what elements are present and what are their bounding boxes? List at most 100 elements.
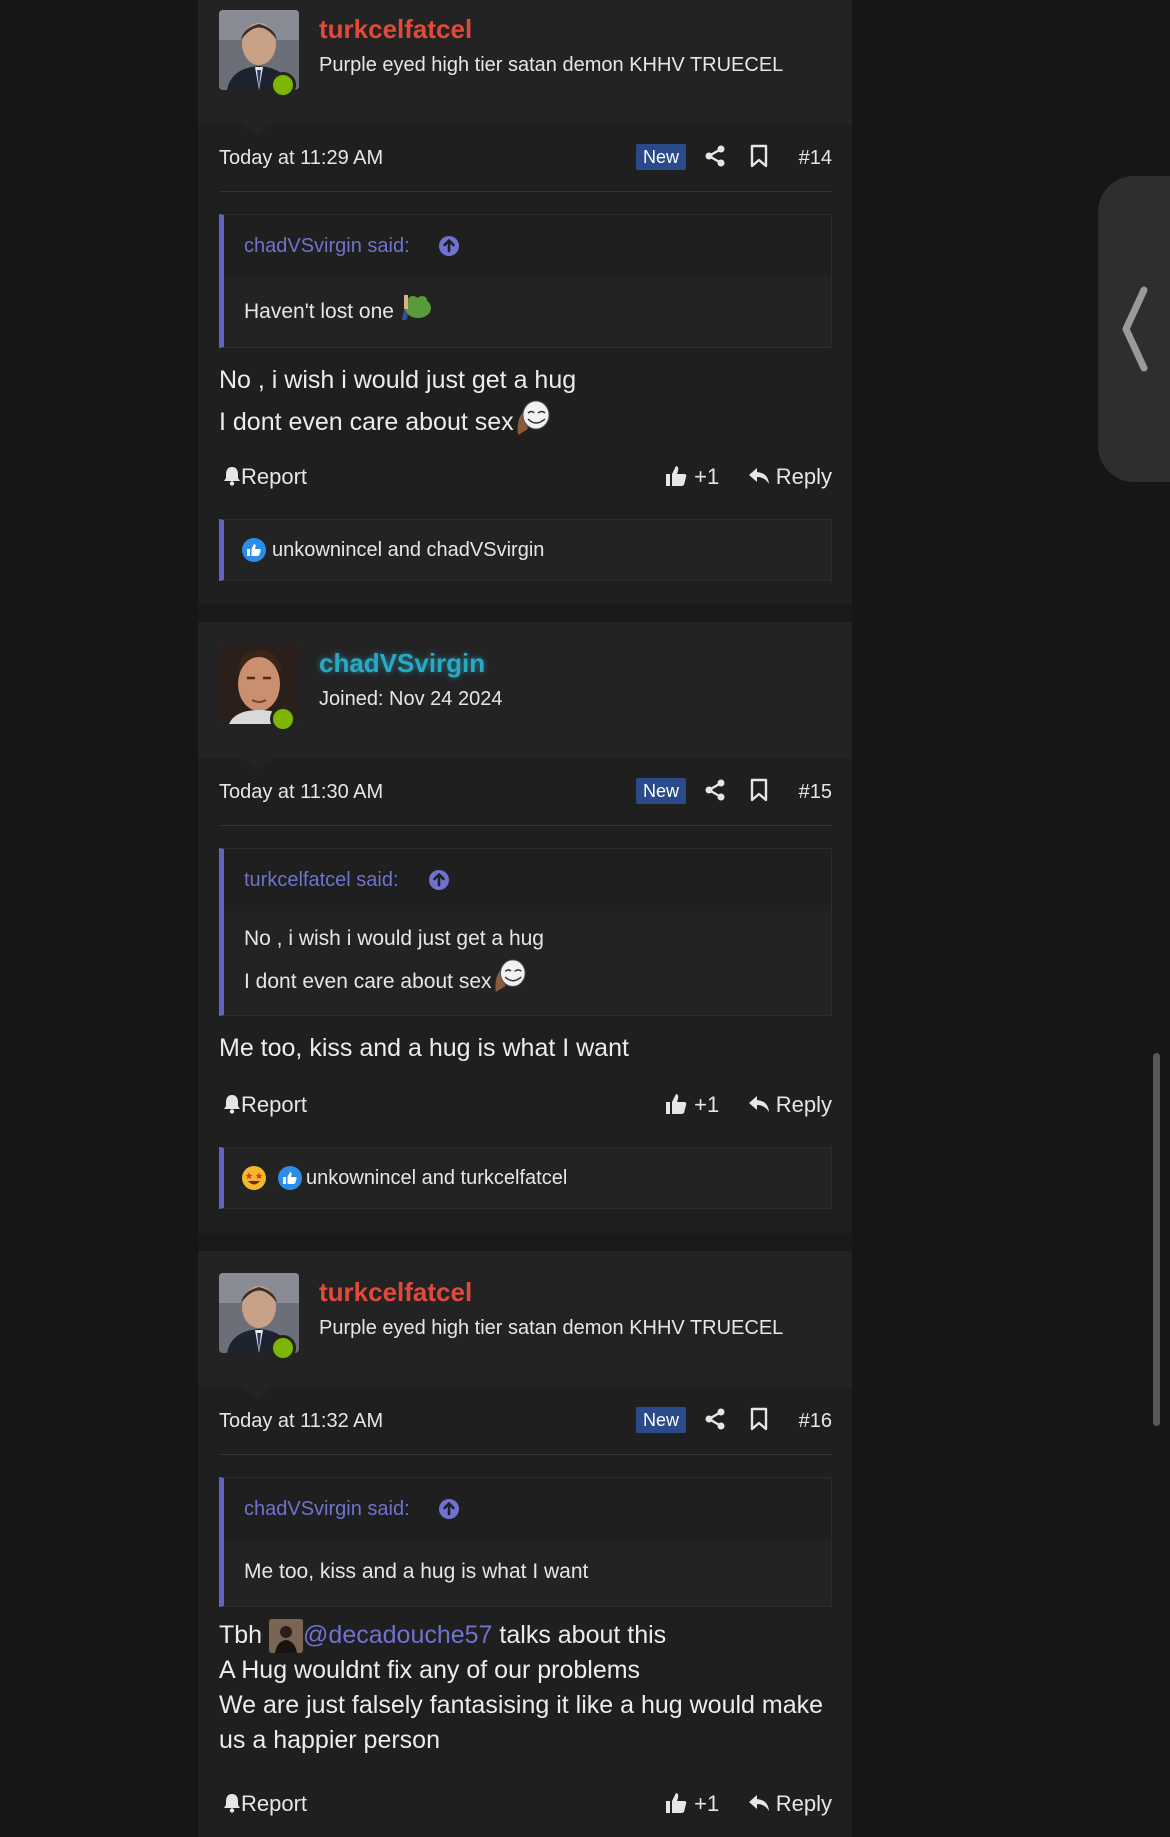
post-author-block: turkcelfatcel Purple eyed high tier sata… bbox=[198, 1251, 852, 1399]
trollface-emoji-icon bbox=[514, 399, 550, 448]
pepe-emoji-icon bbox=[400, 291, 432, 334]
quote-line: No , i wish i would just get a hug bbox=[244, 927, 544, 950]
post-time[interactable]: Today at 11:32 AM bbox=[219, 1410, 383, 1433]
reaction-users[interactable]: unkownincel and chadVSvirgin bbox=[272, 539, 544, 562]
user-title: Purple eyed high tier satan demon KHHV T… bbox=[319, 1317, 784, 1339]
quote-text: Haven't lost one bbox=[244, 300, 394, 324]
quote-header: turkcelfatcel said: bbox=[224, 849, 831, 911]
post-divider bbox=[198, 604, 852, 622]
meta-divider bbox=[219, 1454, 832, 1455]
reaction-bar[interactable]: unkownincel and chadVSvirgin bbox=[219, 519, 832, 581]
post-body: Tbh @decadouche57 talks about this A Hug… bbox=[219, 1618, 832, 1758]
quote-body: Haven't lost one bbox=[224, 277, 831, 348]
post-number[interactable]: #14 bbox=[799, 147, 832, 170]
user-title: Purple eyed high tier satan demon KHHV T… bbox=[319, 54, 784, 76]
quote-block: turkcelfatcel said: No , i wish i would … bbox=[219, 848, 832, 1016]
username[interactable]: turkcelfatcel bbox=[319, 14, 472, 45]
post-actions: Report +1 Reply bbox=[219, 1787, 832, 1821]
chevron-left-icon bbox=[1122, 286, 1148, 372]
report-button[interactable]: Report bbox=[223, 1092, 307, 1118]
arrow-up-circle-icon[interactable] bbox=[438, 235, 460, 262]
like-button[interactable]: +1 bbox=[664, 1791, 719, 1817]
reaction-bar[interactable]: unkownincel and turkcelfatcel bbox=[219, 1147, 832, 1209]
bookmark-icon[interactable] bbox=[750, 144, 768, 173]
quote-line-with-emoji: I dont even care about sex bbox=[244, 958, 811, 1007]
post-author-block: chadVSvirgin Joined: Nov 24 2024 bbox=[198, 622, 852, 770]
share-icon[interactable] bbox=[704, 145, 726, 172]
reply-label: Reply bbox=[775, 1791, 832, 1816]
reply-button[interactable]: Reply bbox=[748, 1092, 832, 1118]
thread-column: turkcelfatcel Purple eyed high tier sata… bbox=[198, 0, 852, 1837]
head-pointer bbox=[242, 1387, 272, 1399]
reply-button[interactable]: Reply bbox=[748, 1791, 832, 1817]
bookmark-icon[interactable] bbox=[750, 1407, 768, 1436]
body-line: I dont even care about sex bbox=[219, 408, 514, 437]
quote-header: chadVSvirgin said: bbox=[224, 215, 831, 277]
quote-body: Me too, kiss and a hug is what I want bbox=[224, 1540, 831, 1605]
thumbs-up-icon bbox=[666, 1094, 687, 1114]
quote-block: chadVSvirgin said: Me too, kiss and a hu… bbox=[219, 1477, 832, 1607]
online-indicator bbox=[270, 72, 296, 98]
post-meta: Today at 11:30 AM New #15 bbox=[219, 775, 832, 811]
bell-icon bbox=[224, 1794, 240, 1813]
like-button[interactable]: +1 bbox=[664, 1092, 719, 1118]
mention-avatar[interactable] bbox=[269, 1619, 304, 1654]
user-mention-link[interactable]: @decadouche57 bbox=[303, 1621, 492, 1649]
reaction-users[interactable]: unkownincel and turkcelfatcel bbox=[306, 1167, 567, 1190]
reaction-icons bbox=[242, 538, 266, 568]
like-count: +1 bbox=[694, 1092, 720, 1117]
body-line: Me too, kiss and a hug is what I want bbox=[219, 1034, 629, 1062]
username[interactable]: chadVSvirgin bbox=[319, 648, 485, 679]
bookmark-icon[interactable] bbox=[750, 778, 768, 807]
report-label: Report bbox=[241, 1092, 308, 1117]
report-button[interactable]: Report bbox=[223, 1791, 307, 1817]
body-line: us a happier person bbox=[219, 1726, 440, 1755]
reply-icon bbox=[748, 1096, 769, 1112]
quote-author[interactable]: turkcelfatcel said: bbox=[244, 869, 399, 892]
like-button[interactable]: +1 bbox=[664, 464, 719, 490]
post-time[interactable]: Today at 11:29 AM bbox=[219, 147, 383, 170]
post-number[interactable]: #16 bbox=[799, 1410, 832, 1433]
quote-block: chadVSvirgin said: Haven't lost one bbox=[219, 214, 832, 348]
reaction-icons bbox=[242, 1166, 302, 1196]
bell-icon bbox=[224, 1095, 240, 1114]
post-meta: Today at 11:32 AM New #16 bbox=[219, 1404, 832, 1440]
report-button[interactable]: Report bbox=[223, 464, 307, 490]
thumbs-up-icon bbox=[666, 466, 687, 486]
post-divider bbox=[198, 1233, 852, 1251]
post-16: turkcelfatcel Purple eyed high tier sata… bbox=[198, 1251, 852, 1816]
meta-divider bbox=[219, 191, 832, 192]
online-indicator bbox=[270, 706, 296, 732]
share-icon[interactable] bbox=[704, 1408, 726, 1435]
share-icon[interactable] bbox=[704, 779, 726, 806]
body-prefix: Tbh bbox=[219, 1621, 263, 1649]
quote-header: chadVSvirgin said: bbox=[224, 1478, 831, 1540]
body-line-with-mention: Tbh @decadouche57 talks about this bbox=[219, 1618, 832, 1654]
quote-text: Me too, kiss and a hug is what I want bbox=[244, 1560, 589, 1583]
reply-button[interactable]: Reply bbox=[748, 464, 832, 490]
post-actions: Report +1 Reply bbox=[219, 1088, 832, 1122]
post-number[interactable]: #15 bbox=[799, 781, 832, 804]
post-body: Me too, kiss and a hug is what I want bbox=[219, 1029, 832, 1067]
user-join-date: Joined: Nov 24 2024 bbox=[319, 688, 503, 710]
body-line-with-emoji: I dont even care about sex bbox=[219, 399, 832, 448]
body-line: A Hug wouldnt fix any of our problems bbox=[219, 1656, 641, 1685]
like-count: +1 bbox=[694, 464, 720, 489]
quote-author[interactable]: chadVSvirgin said: bbox=[244, 235, 410, 258]
post-time[interactable]: Today at 11:30 AM bbox=[219, 781, 383, 804]
post-14: turkcelfatcel Purple eyed high tier sata… bbox=[198, 0, 852, 581]
scrollbar[interactable] bbox=[1153, 1053, 1160, 1426]
post-meta: Today at 11:29 AM New #14 bbox=[219, 141, 832, 177]
reply-label: Reply bbox=[775, 464, 832, 489]
report-label: Report bbox=[241, 464, 308, 489]
reply-icon bbox=[748, 1795, 769, 1811]
username[interactable]: turkcelfatcel bbox=[319, 1277, 472, 1308]
side-drawer-handle[interactable] bbox=[1098, 176, 1170, 482]
arrow-up-circle-icon[interactable] bbox=[438, 1498, 460, 1525]
body-line: No , i wish i would just get a hug bbox=[219, 366, 577, 394]
new-badge: New bbox=[636, 778, 687, 804]
quote-author[interactable]: chadVSvirgin said: bbox=[244, 1498, 410, 1521]
reply-label: Reply bbox=[775, 1092, 832, 1117]
like-reaction-icon bbox=[277, 1166, 302, 1190]
arrow-up-circle-icon[interactable] bbox=[428, 869, 450, 896]
